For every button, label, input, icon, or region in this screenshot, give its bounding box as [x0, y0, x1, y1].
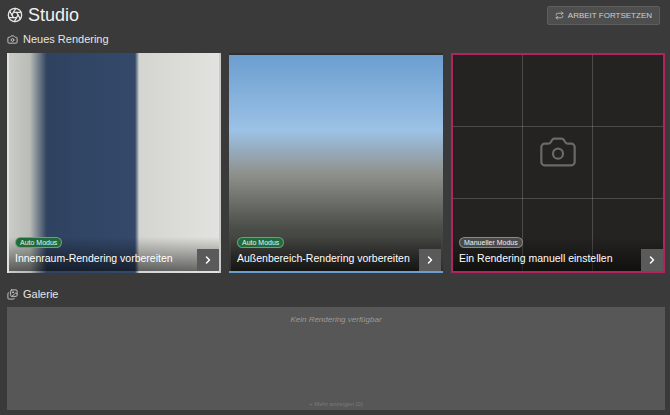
- app-title: Studio: [28, 5, 79, 26]
- open-button[interactable]: [197, 249, 219, 271]
- studio-page: Studio ARBEIT FORTSETZEN Neues Rendering Au…: [0, 0, 670, 415]
- empty-text: Kein Rendering verfügbar: [290, 315, 381, 324]
- mode-badge: Auto Modus: [15, 237, 62, 248]
- mode-badge: Manueller Modus: [459, 237, 523, 248]
- card-title: Außenbereich-Rendering vorbereiten: [237, 252, 410, 264]
- continue-work-button[interactable]: ARBEIT FORTSETZEN: [547, 6, 660, 25]
- repeat-icon: [555, 11, 564, 20]
- camera-icon: [7, 34, 18, 45]
- rendering-card[interactable]: Manueller Modus Ein Rendering manuell ein…: [451, 53, 665, 273]
- mode-badge: Auto Modus: [237, 237, 284, 248]
- open-button[interactable]: [641, 249, 663, 271]
- card-footer: Manueller Modus Ein Rendering manuell ein…: [453, 237, 663, 271]
- rendering-card[interactable]: Auto Modus Außenbereich-Rendering vorbere…: [229, 53, 443, 273]
- gallery-icon: [7, 289, 18, 300]
- section-title: Galerie: [23, 288, 58, 300]
- card-footer: Auto Modus Innenraum-Rendering vorbereite…: [9, 237, 219, 271]
- section-header: Galerie: [0, 285, 670, 303]
- card-footer: Auto Modus Außenbereich-Rendering vorbere…: [231, 237, 441, 271]
- chevron-right-icon: [202, 254, 214, 266]
- card-title: Innenraum-Rendering vorbereiten: [15, 252, 173, 264]
- aperture-logo-icon: [7, 7, 23, 23]
- gallery-box: Kein Rendering verfügbar + Mehr anzeigen …: [7, 307, 665, 410]
- open-button[interactable]: [419, 249, 441, 271]
- show-more-link[interactable]: + Mehr anzeigen (0): [309, 401, 363, 407]
- header: Studio ARBEIT FORTSETZEN: [0, 0, 670, 30]
- chevron-right-icon: [646, 254, 658, 266]
- section-title: Neues Rendering: [23, 33, 109, 45]
- chevron-right-icon: [424, 254, 436, 266]
- rendering-card[interactable]: Auto Modus Innenraum-Rendering vorbereite…: [7, 53, 221, 273]
- section-header: Neues Rendering: [0, 30, 670, 48]
- camera-icon: [538, 132, 578, 172]
- card-title: Ein Rendering manuell einstellen: [459, 252, 613, 264]
- card-row: Auto Modus Innenraum-Rendering vorbereite…: [0, 53, 670, 273]
